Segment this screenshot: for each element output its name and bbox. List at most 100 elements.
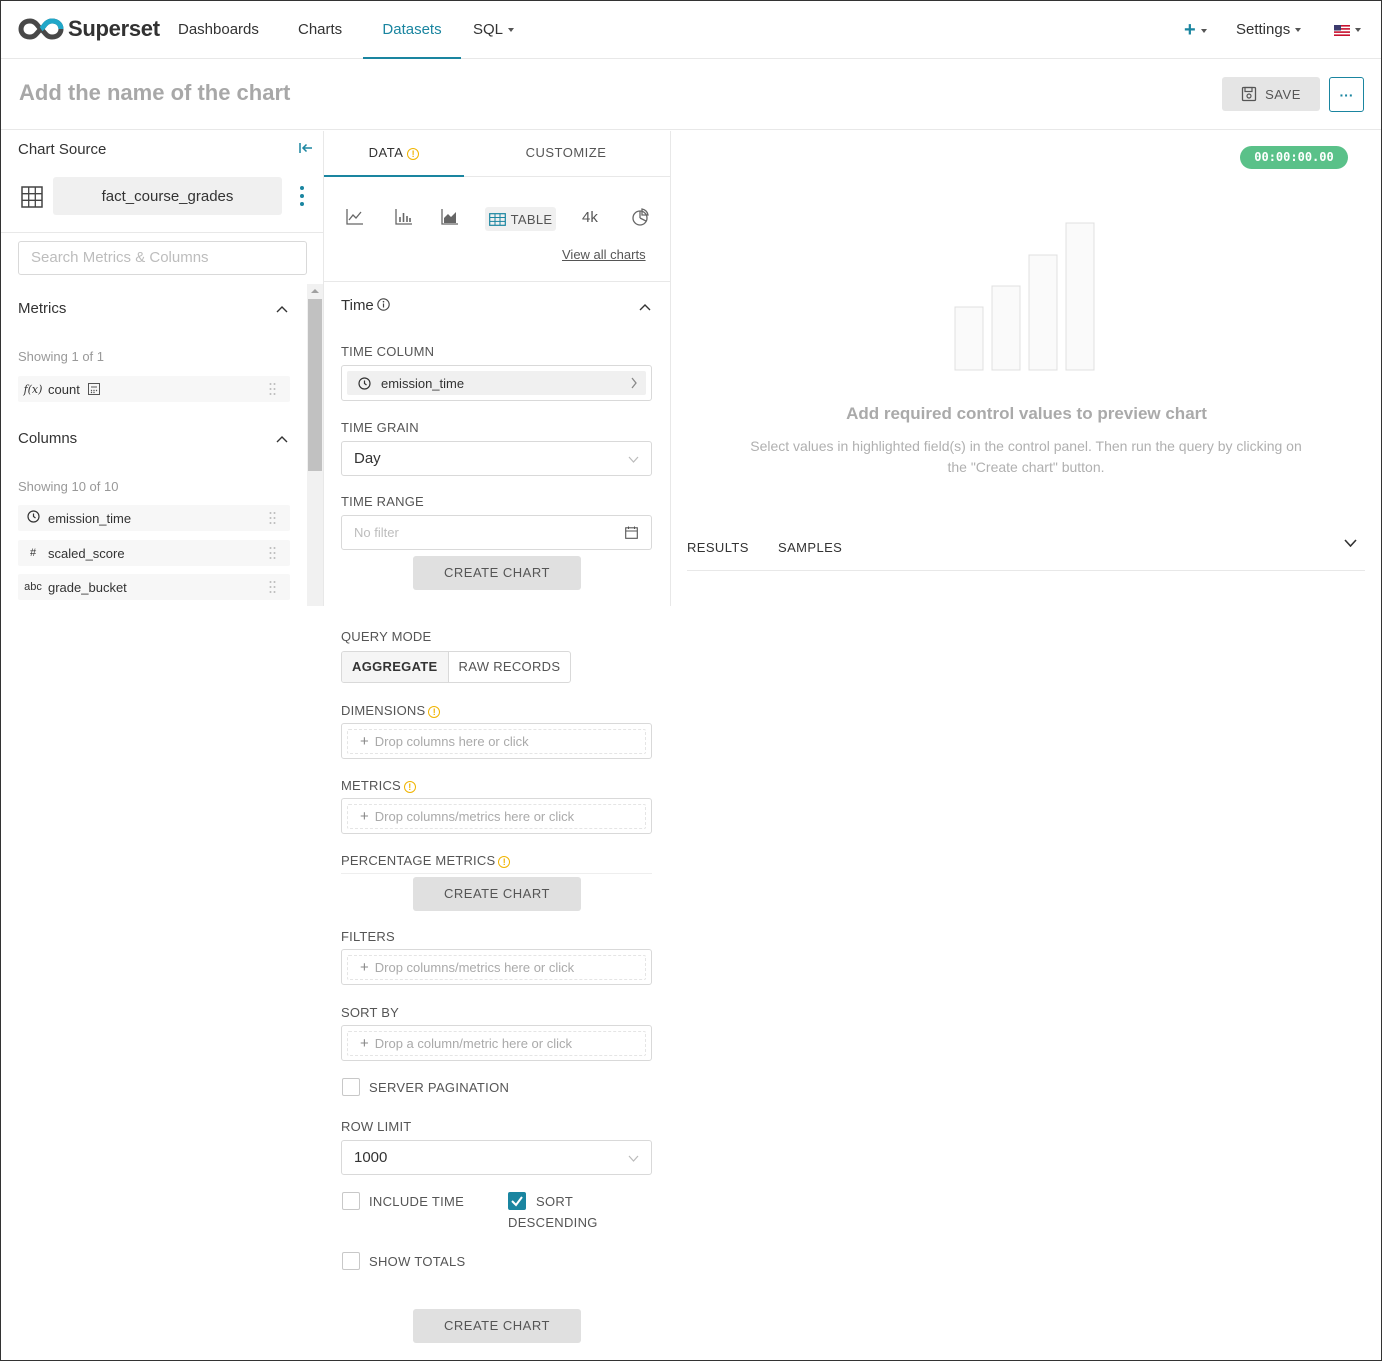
function-icon: f(x) (23, 382, 43, 396)
descending-label[interactable]: DESCENDING (508, 1215, 598, 1230)
pie-chart-icon[interactable] (630, 207, 650, 227)
metrics-label: METRICS! (341, 778, 416, 793)
metric-item[interactable]: f(x) count (18, 376, 290, 402)
chart-name-input[interactable]: Add the name of the chart (19, 80, 290, 106)
nav-charts[interactable]: Charts (298, 1, 342, 59)
show-totals-checkbox[interactable] (342, 1252, 360, 1270)
chevron-down-icon (628, 1155, 639, 1162)
sort-by-dropzone-inner[interactable]: + Drop a column/metric here or click (347, 1031, 646, 1056)
chevron-up-icon[interactable] (276, 435, 288, 443)
drag-handle-icon[interactable] (269, 546, 276, 560)
table-icon (488, 212, 506, 226)
sort-by-dropzone[interactable]: + Drop a column/metric here or click (341, 1025, 652, 1061)
query-timer: 00:00:00.00 (1240, 146, 1348, 169)
dimensions-dropzone[interactable]: + Drop columns here or click (341, 723, 652, 759)
collapse-panel-icon[interactable] (299, 141, 313, 157)
drag-handle-icon[interactable] (269, 511, 276, 525)
superset-logo[interactable]: Superset (18, 14, 160, 44)
column-name: grade_bucket (48, 579, 127, 595)
empty-state-description: Select values in highlighted field(s) in… (750, 438, 1302, 475)
time-column-select[interactable]: emission_time (341, 365, 652, 401)
filters-dropzone[interactable]: + Drop columns/metrics here or click (341, 949, 652, 985)
time-grain-value: Day (354, 450, 381, 467)
column-item[interactable]: abc grade_bucket (18, 574, 290, 600)
create-chart-button[interactable]: CREATE CHART (413, 556, 581, 590)
include-time-label[interactable]: INCLUDE TIME (369, 1194, 464, 1209)
time-column-chip[interactable]: emission_time (347, 371, 646, 395)
calendar-icon (625, 526, 638, 539)
settings-menu[interactable]: Settings (1236, 1, 1302, 59)
datasource-scrollbar[interactable] (307, 284, 323, 606)
metrics-placeholder: Drop columns/metrics here or click (374, 809, 575, 824)
search-metrics-columns-input[interactable]: Search Metrics & Columns (18, 241, 307, 275)
column-item[interactable]: emission_time (18, 505, 290, 531)
nav-sql[interactable]: SQL (473, 1, 515, 59)
area-chart-icon[interactable] (440, 207, 460, 227)
row-limit-select[interactable]: 1000 (341, 1140, 652, 1175)
dataset-menu-icon[interactable] (297, 185, 307, 207)
drag-handle-icon[interactable] (269, 580, 276, 594)
server-pagination-checkbox[interactable] (342, 1078, 360, 1096)
drag-handle-icon[interactable] (269, 382, 276, 396)
scrollbar-thumb[interactable] (308, 299, 322, 471)
include-time-checkbox[interactable] (342, 1192, 360, 1210)
chevron-down-icon (1200, 28, 1207, 33)
time-section-title[interactable]: Time (341, 297, 390, 314)
metrics-dropzone[interactable]: + Drop columns/metrics here or click (341, 798, 652, 834)
big-number-viz-button[interactable]: 4k (582, 209, 598, 226)
nav-dashboards[interactable]: Dashboards (178, 1, 259, 59)
sort-by-label: SORT BY (341, 1005, 399, 1020)
column-name: emission_time (48, 510, 132, 526)
row-limit-label: ROW LIMIT (341, 1119, 412, 1134)
data-tabs: RESULTS SAMPLES (687, 526, 1365, 571)
percentage-metrics-dropzone[interactable] (341, 873, 652, 874)
table-viz-label: TABLE (510, 211, 553, 227)
column-item[interactable]: # scaled_score (18, 540, 290, 566)
time-range-label: TIME RANGE (341, 494, 424, 509)
time-range-picker[interactable]: No filter (341, 515, 652, 550)
metrics-section-title[interactable]: Metrics (18, 300, 66, 317)
columns-section-title[interactable]: Columns (18, 430, 77, 447)
calculator-icon (87, 383, 100, 395)
tab-results[interactable]: RESULTS (687, 540, 749, 555)
view-all-charts-link[interactable]: View all charts (562, 247, 646, 262)
more-actions-button[interactable]: ··· (1329, 77, 1364, 112)
percentage-metrics-label-text: PERCENTAGE METRICS (341, 853, 496, 868)
filters-dropzone-inner[interactable]: + Drop columns/metrics here or click (347, 955, 646, 980)
columns-showing-count: Showing 10 of 10 (18, 479, 119, 494)
server-pagination-label[interactable]: SERVER PAGINATION (369, 1080, 509, 1095)
new-menu[interactable]: + (1184, 1, 1207, 59)
checkmark-icon (511, 1196, 523, 1207)
filters-placeholder: Drop columns/metrics here or click (374, 960, 575, 975)
language-menu[interactable] (1334, 1, 1361, 59)
chevron-up-icon[interactable] (276, 305, 288, 313)
time-grain-select[interactable]: Day (341, 441, 652, 476)
column-name: scaled_score (48, 545, 125, 561)
filters-label: FILTERS (341, 929, 395, 944)
tab-customize[interactable]: CUSTOMIZE (496, 131, 636, 177)
bar-chart-icon[interactable] (394, 207, 414, 227)
metrics-showing-count: Showing 1 of 1 (18, 349, 105, 364)
tab-samples[interactable]: SAMPLES (778, 540, 842, 555)
chevron-up-icon[interactable] (639, 303, 651, 311)
save-button[interactable]: SAVE (1222, 77, 1320, 111)
metrics-dropzone-inner[interactable]: + Drop columns/metrics here or click (347, 804, 646, 829)
dimensions-placeholder: Drop columns here or click (374, 734, 529, 749)
query-mode-aggregate[interactable]: AGGREGATE (342, 652, 449, 682)
dimensions-dropzone-inner[interactable]: + Drop columns here or click (347, 729, 646, 754)
sort-label[interactable]: SORT (536, 1194, 573, 1209)
create-chart-button[interactable]: CREATE CHART (413, 1309, 581, 1343)
sort-descending-checkbox[interactable] (508, 1192, 526, 1210)
nav-datasets[interactable]: Datasets (363, 1, 461, 59)
tab-data[interactable]: DATA! (324, 131, 464, 177)
table-viz-button[interactable]: TABLE (485, 207, 556, 231)
chevron-down-icon[interactable] (1344, 539, 1357, 547)
query-mode-raw-records[interactable]: RAW RECORDS (449, 652, 571, 682)
line-chart-icon[interactable] (345, 207, 365, 227)
time-range-value: No filter (354, 525, 399, 540)
us-flag-icon (1334, 24, 1350, 36)
create-chart-button[interactable]: CREATE CHART (413, 877, 581, 911)
save-label: SAVE (1265, 86, 1301, 102)
dataset-name[interactable]: fact_course_grades (53, 177, 282, 215)
show-totals-label[interactable]: SHOW TOTALS (369, 1254, 465, 1269)
